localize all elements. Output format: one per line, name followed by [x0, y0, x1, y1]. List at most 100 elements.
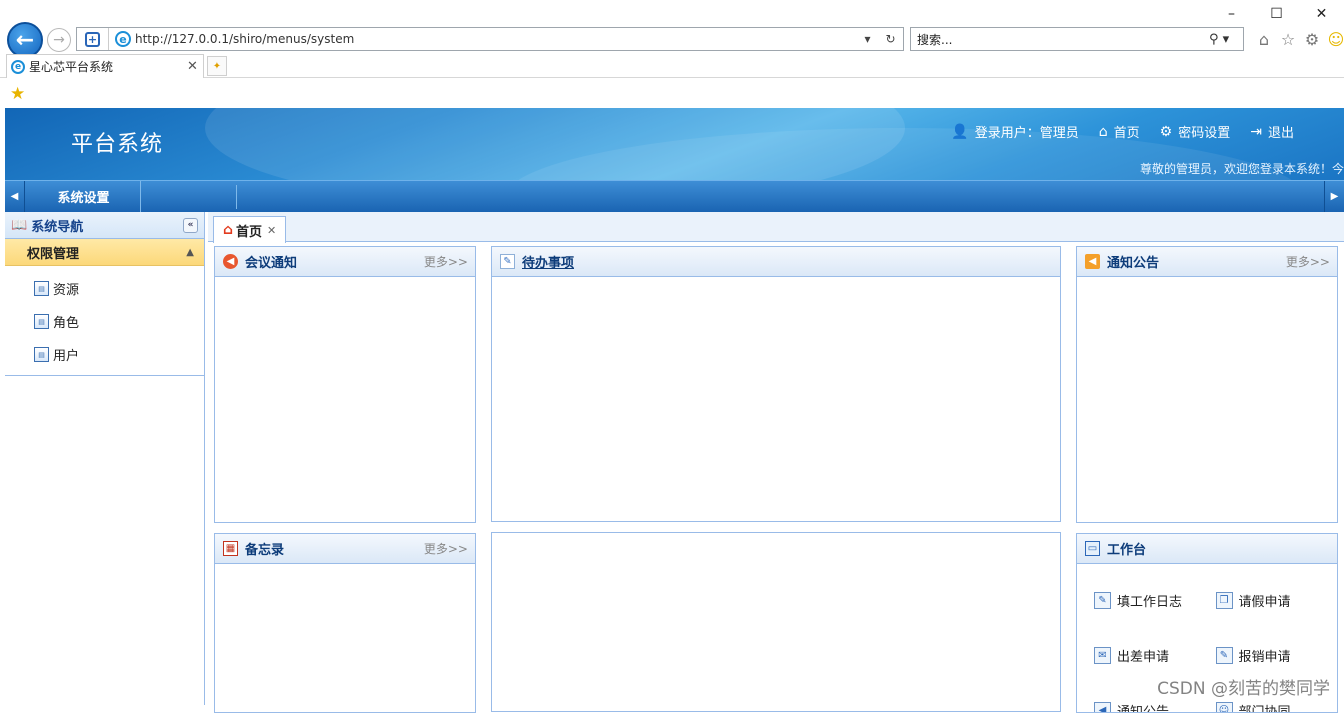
announcement-icon: ◀	[1094, 702, 1111, 713]
ie-tab-icon: e	[11, 60, 25, 74]
panel-header: ◀ 会议通知 更多>>	[215, 247, 475, 277]
shield-icon: +	[85, 32, 100, 47]
search-input[interactable]: 搜索...	[917, 31, 1209, 48]
password-settings-label: 密码设置	[1178, 122, 1230, 141]
sidebar-item-label: 资源	[53, 279, 79, 298]
user-icon: 👤	[951, 124, 968, 140]
address-tools: ▾ ↻	[857, 32, 903, 46]
sidebar-item-label: 用户	[53, 345, 79, 364]
home-link-label: 首页	[1114, 122, 1140, 141]
search-box[interactable]: 搜索... ⚲ ▾	[910, 27, 1244, 51]
memo-panel: ▦ 备忘录 更多>>	[214, 533, 476, 713]
calendar-icon: ▦	[223, 541, 238, 556]
panel-title: 会议通知	[245, 252, 297, 271]
sidebar-item-label: 角色	[53, 312, 79, 331]
sidebar: 📖 系统导航 « 权限管理 ▲ ▤ 资源 ▤ 角色 ▤ 用户	[5, 212, 205, 705]
list-icon: ▤	[34, 281, 49, 296]
home-icon[interactable]: ⌂	[1254, 28, 1274, 50]
tab-home-label: 首页	[236, 221, 262, 240]
logout-link[interactable]: ⇥ 退出	[1250, 122, 1294, 141]
forward-button[interactable]: →	[47, 28, 71, 52]
speaker-icon: ◀	[223, 254, 238, 269]
todo-panel: ✎ 待办事项	[491, 246, 1061, 522]
users-icon: ☺	[1216, 702, 1233, 713]
monitor-icon: ▭	[1085, 541, 1100, 556]
panel-header: ▭ 工作台	[1077, 534, 1337, 564]
browser-tab-title: 星心芯平台系统	[29, 58, 187, 75]
workbench-item-expense[interactable]: ✎ 报销申请	[1216, 643, 1338, 668]
login-user-label: 登录用户：管理员	[975, 122, 1079, 141]
browser-tab[interactable]: e 星心芯平台系统 ✕	[6, 54, 204, 78]
home-link[interactable]: ⌂ 首页	[1099, 122, 1140, 141]
more-link[interactable]: 更多>>	[424, 253, 468, 270]
app-header: 平台系统 👤 登录用户：管理员 ⌂ 首页 ⚙ 密码设置 ⇥ 退出 尊敬的管理员，…	[5, 108, 1344, 180]
menu-item-system-settings[interactable]: 系统设置	[27, 181, 141, 212]
new-tab-button[interactable]: ✦	[207, 56, 227, 76]
close-tab-icon[interactable]: ✕	[187, 59, 203, 74]
url-text[interactable]: http://127.0.0.1/shiro/menus/system	[135, 32, 857, 46]
panel-header: ▦ 备忘录 更多>>	[215, 534, 475, 564]
panel-header: ◀ 通知公告 更多>>	[1077, 247, 1337, 277]
menu-scroll-left-icon[interactable]: ◀	[5, 181, 25, 212]
collapse-sidebar-icon[interactable]: «	[183, 218, 198, 233]
search-icon[interactable]: ⚲ ▾	[1209, 32, 1243, 47]
welcome-marquee: 尊敬的管理员，欢迎您登录本系统！今	[1140, 160, 1344, 177]
workbench-item-leave[interactable]: ❐ 请假申请	[1216, 588, 1338, 613]
sidebar-item-users[interactable]: ▤ 用户	[5, 338, 204, 371]
pencil-icon: ✎	[1094, 592, 1111, 609]
sidebar-item-list: ▤ 资源 ▤ 角色 ▤ 用户	[5, 266, 204, 376]
gear-icon[interactable]: ⚙	[1302, 28, 1322, 50]
back-button[interactable]: ←	[7, 22, 43, 58]
chevron-up-icon: ▲	[186, 247, 194, 258]
gear-icon: ⚙	[1160, 124, 1173, 140]
sidebar-item-resources[interactable]: ▤ 资源	[5, 272, 204, 305]
sidebar-group-permission[interactable]: 权限管理 ▲	[5, 239, 204, 266]
panel-title: 通知公告	[1107, 252, 1159, 271]
new-tab-icon: ✦	[213, 61, 221, 72]
announcement-panel: ◀ 通知公告 更多>>	[1076, 246, 1338, 523]
workbench-item-trip[interactable]: ✉ 出差申请	[1094, 643, 1216, 668]
refresh-icon[interactable]: ↻	[885, 32, 895, 46]
blank-panel	[491, 532, 1061, 712]
tab-home[interactable]: ⌂ 首页 ✕	[213, 216, 286, 243]
favorites-add-icon[interactable]: ★	[10, 84, 25, 104]
browser-toolbar-icons: ⌂ ☆ ⚙ ☺	[1254, 28, 1344, 50]
sidebar-item-roles[interactable]: ▤ 角色	[5, 305, 204, 338]
login-user: 👤 登录用户：管理员	[951, 122, 1078, 141]
list-icon: ▤	[34, 347, 49, 362]
dropdown-icon[interactable]: ▾	[864, 32, 870, 46]
favorites-star-icon[interactable]: ☆	[1278, 28, 1298, 50]
panel-title[interactable]: 待办事项	[522, 252, 574, 271]
panel-header: ✎ 待办事项	[492, 247, 1060, 277]
top-menu-bar: ◀ 系统设置 ▶	[5, 180, 1344, 212]
menu-divider	[236, 185, 237, 209]
close-tab-icon[interactable]: ✕	[267, 224, 276, 237]
main-content: ⌂ 首页 ✕ ◀ 会议通知 更多>> ✎ 待办事项 ◀ 通知公告 更多>> ▦ …	[208, 212, 1344, 705]
more-link[interactable]: 更多>>	[424, 540, 468, 557]
smiley-icon[interactable]: ☺	[1326, 28, 1344, 50]
forward-arrow-icon: →	[53, 32, 65, 48]
workbench-item-dept-collab[interactable]: ☺ 部门协同	[1216, 698, 1338, 713]
favorites-bar: ★	[0, 80, 1344, 108]
address-bar[interactable]: + e http://127.0.0.1/shiro/menus/system …	[76, 27, 904, 51]
header-links: 👤 登录用户：管理员 ⌂ 首页 ⚙ 密码设置 ⇥ 退出	[951, 122, 1294, 141]
back-arrow-icon: ←	[16, 28, 34, 53]
workbench-item-work-log[interactable]: ✎ 填工作日志	[1094, 588, 1216, 613]
workbench-item-label: 请假申请	[1239, 591, 1291, 610]
panel-title: 备忘录	[245, 539, 284, 558]
password-settings-link[interactable]: ⚙ 密码设置	[1160, 122, 1231, 141]
sidebar-title: 系统导航	[31, 216, 83, 235]
browser-nav-row: ← → + e http://127.0.0.1/shiro/menus/sys…	[0, 22, 1344, 56]
browser-tab-row: e 星心芯平台系统 ✕ ✦	[0, 54, 1344, 78]
security-shield-button[interactable]: +	[77, 28, 109, 50]
meeting-notice-panel: ◀ 会议通知 更多>>	[214, 246, 476, 523]
workbench-item-announcement[interactable]: ◀ 通知公告	[1094, 698, 1216, 713]
ie-page-icon: e	[115, 31, 131, 47]
logout-icon: ⇥	[1250, 124, 1262, 140]
content-tab-strip: ⌂ 首页 ✕	[208, 212, 1344, 242]
edit-icon: ✎	[1216, 647, 1233, 664]
more-link[interactable]: 更多>>	[1286, 253, 1330, 270]
menu-scroll-right-icon[interactable]: ▶	[1324, 181, 1344, 212]
sidebar-group-label: 权限管理	[27, 243, 79, 262]
workbench-item-label: 出差申请	[1117, 646, 1169, 665]
